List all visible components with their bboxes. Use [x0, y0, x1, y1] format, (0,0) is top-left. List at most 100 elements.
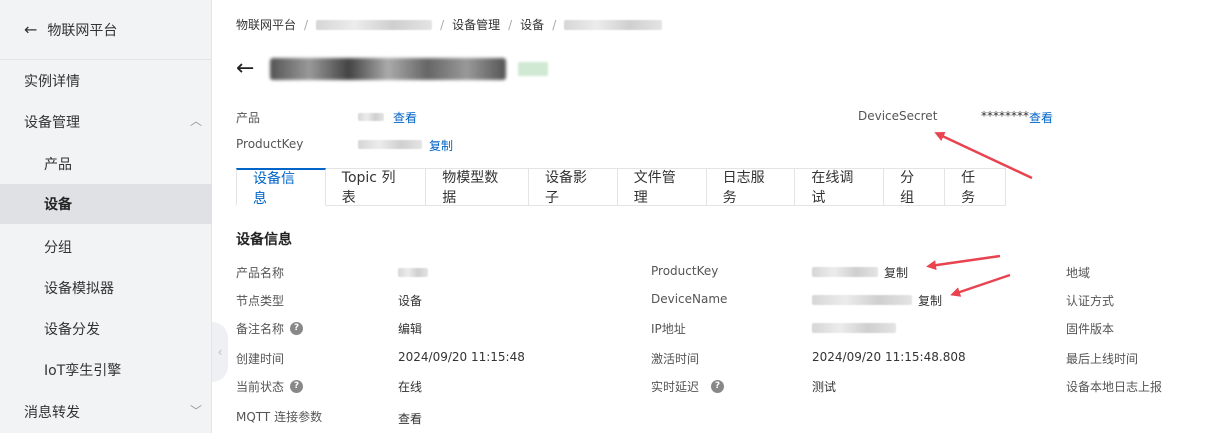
- tab-label: 分组: [900, 170, 915, 206]
- ip-address-redacted: [812, 323, 896, 333]
- page-title-redacted: [270, 58, 507, 80]
- product-name-redacted: [398, 268, 428, 277]
- status-badge-redacted: [518, 62, 549, 76]
- info-label-current-status: 当前状态 ?: [236, 378, 304, 395]
- info-label-region: 地域: [1066, 266, 1091, 280]
- tab-label: 在线调试: [811, 170, 854, 206]
- devicename-value-redacted: [812, 295, 912, 305]
- breadcrumb-separator: /: [552, 17, 557, 32]
- tab-device-info[interactable]: 设备信息: [236, 168, 326, 207]
- tab-label: 日志服务: [722, 170, 765, 206]
- tab-label: 设备信息: [253, 170, 295, 207]
- sidebar-item-device-management[interactable]: 设备管理 ︿: [0, 102, 212, 142]
- node-type-value: 设备: [398, 294, 423, 308]
- info-label-product-name: 产品名称: [236, 266, 285, 280]
- tab-online-debug[interactable]: 在线调试: [795, 168, 885, 206]
- info-label-productkey: ProductKey: [651, 264, 719, 278]
- sidebar-item-label: 产品: [44, 157, 72, 173]
- info-label-devicename: DeviceName: [651, 292, 728, 306]
- info-label-firmware-version: 固件版本: [1066, 322, 1115, 336]
- sidebar-item-label: 设备管理: [24, 115, 80, 131]
- info-label-remark-name: 备注名称 ?: [236, 320, 304, 337]
- chevron-down-icon: ﹀: [190, 404, 203, 418]
- page-title-row: ←: [236, 58, 549, 80]
- info-label-auth-method: 认证方式: [1066, 294, 1115, 308]
- product-label: 产品: [236, 111, 261, 125]
- sidebar-header[interactable]: ← 物联网平台: [0, 0, 211, 60]
- productkey-value-redacted: [358, 140, 422, 149]
- remark-edit-link[interactable]: 编辑: [398, 320, 422, 337]
- info-label-realtime-latency: 实时延迟 ?: [651, 378, 725, 395]
- label-text: 实时延迟: [651, 380, 700, 394]
- label-text: 当前状态: [236, 380, 285, 394]
- info-label-activated-time: 激活时间: [651, 352, 700, 366]
- label-text: 备注名称: [236, 322, 285, 336]
- info-label-last-online-time: 最后上线时间: [1066, 352, 1139, 366]
- breadcrumb-separator: /: [508, 17, 513, 32]
- tab-label: 物模型数据: [442, 170, 499, 206]
- sidebar: ← 物联网平台 实例详情 设备管理 ︿ 产品 设备 分组 设备模拟器 设备分发 …: [0, 0, 212, 433]
- tab-label: 文件管理: [633, 170, 676, 206]
- sidebar-item-message-forwarding[interactable]: 消息转发 ﹀: [0, 392, 212, 432]
- sidebar-title: 物联网平台: [47, 22, 118, 39]
- productkey-label: ProductKey: [236, 137, 304, 151]
- sidebar-item-label: 分组: [44, 240, 72, 256]
- sidebar-item-label: IoT孪生引擎: [44, 363, 122, 379]
- breadcrumb-item-device[interactable]: 设备: [520, 16, 544, 33]
- help-icon[interactable]: ?: [711, 380, 725, 393]
- breadcrumb-item-device-management[interactable]: 设备管理: [452, 16, 500, 33]
- status-value: 在线: [398, 380, 423, 394]
- info-label-node-type: 节点类型: [236, 294, 285, 308]
- productkey-copy-link[interactable]: 复制: [429, 137, 453, 154]
- devicesecret-masked-value: ********: [981, 109, 1029, 123]
- sidebar-item-device[interactable]: 设备: [0, 184, 212, 224]
- devicesecret-label: DeviceSecret: [858, 109, 938, 123]
- back-arrow-icon[interactable]: ←: [24, 21, 37, 38]
- created-time-value: 2024/09/20 11:15:48: [398, 350, 525, 364]
- breadcrumb-item-iot-platform[interactable]: 物联网平台: [236, 16, 296, 33]
- sidebar-item-label: 设备模拟器: [44, 281, 114, 297]
- sidebar-item-label: 实例详情: [24, 74, 80, 90]
- breadcrumb-separator: /: [304, 17, 309, 32]
- info-label-created-time: 创建时间: [236, 352, 285, 366]
- tab-group[interactable]: 分组: [884, 168, 946, 206]
- main-content: 物联网平台 / / 设备管理 / 设备 / ← 产品 查看 ProductKey…: [212, 0, 1214, 433]
- productkey-value-redacted: [812, 267, 878, 277]
- back-arrow-icon[interactable]: ←: [236, 58, 254, 80]
- sidebar-item-product[interactable]: 产品: [0, 144, 212, 184]
- sidebar-item-group[interactable]: 分组: [0, 227, 212, 267]
- tab-label: Topic 列表: [341, 170, 396, 206]
- section-title: 设备信息: [236, 232, 292, 248]
- info-label-local-log-report: 设备本地日志上报: [1066, 380, 1163, 394]
- productkey-copy-link[interactable]: 复制: [884, 264, 908, 281]
- help-icon[interactable]: ?: [290, 380, 304, 393]
- sidebar-item-device-distribution[interactable]: 设备分发: [0, 309, 212, 349]
- tab-label: 设备影子: [544, 170, 587, 206]
- tab-thing-model-data[interactable]: 物模型数据: [426, 168, 529, 206]
- sidebar-item-instance-details[interactable]: 实例详情: [0, 61, 212, 101]
- info-label-ip-address: IP地址: [651, 322, 686, 336]
- chevron-up-icon: ︿: [190, 114, 203, 128]
- breadcrumb-separator: /: [440, 17, 445, 32]
- tab-bar: 设备信息 Topic 列表 物模型数据 设备影子 文件管理 日志服务 在线调试 …: [236, 168, 1006, 207]
- sidebar-item-device-simulator[interactable]: 设备模拟器: [0, 268, 212, 308]
- sidebar-item-iot-twin-engine[interactable]: IoT孪生引擎: [0, 350, 212, 390]
- tab-topic-list[interactable]: Topic 列表: [325, 168, 427, 206]
- breadcrumb: 物联网平台 / / 设备管理 / 设备 /: [236, 16, 663, 33]
- product-view-link[interactable]: 查看: [393, 109, 417, 126]
- tab-log-service[interactable]: 日志服务: [706, 168, 796, 206]
- latency-test-link[interactable]: 测试: [812, 378, 836, 395]
- tab-file-management[interactable]: 文件管理: [617, 168, 707, 206]
- tab-task[interactable]: 任务: [945, 168, 1006, 206]
- sidebar-item-label: 设备分发: [44, 322, 100, 338]
- devicesecret-view-link[interactable]: 查看: [1029, 109, 1053, 126]
- mqtt-params-view-link[interactable]: 查看: [398, 410, 422, 427]
- tab-label: 任务: [961, 170, 976, 206]
- tab-device-shadow[interactable]: 设备影子: [528, 168, 618, 206]
- help-icon[interactable]: ?: [290, 322, 304, 335]
- breadcrumb-item-device-name-redacted: [564, 19, 663, 30]
- sidebar-item-label: 设备: [44, 197, 72, 213]
- info-label-mqtt-params: MQTT 连接参数: [236, 410, 323, 424]
- devicename-copy-link[interactable]: 复制: [918, 292, 942, 309]
- breadcrumb-item-redacted[interactable]: [316, 19, 433, 30]
